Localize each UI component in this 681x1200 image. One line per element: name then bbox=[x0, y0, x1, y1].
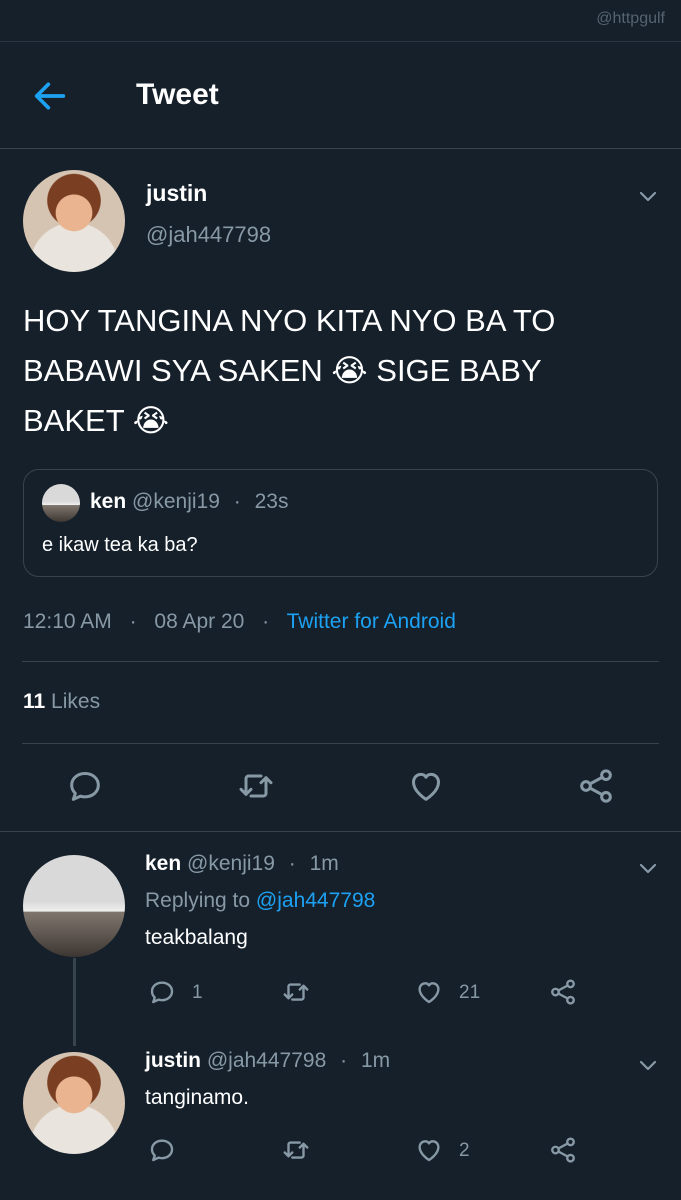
reply-author-name[interactable]: justin bbox=[145, 1049, 201, 1072]
retweet-icon bbox=[283, 1141, 309, 1159]
reply-button[interactable] bbox=[147, 977, 177, 1007]
reply-time: 1m bbox=[309, 852, 339, 875]
back-button[interactable] bbox=[30, 76, 70, 116]
quoted-header: ken @kenji19 · 23s bbox=[90, 490, 289, 513]
reply-author-name[interactable]: ken bbox=[145, 852, 181, 875]
retweet-icon bbox=[239, 774, 273, 798]
quoted-text: e ikaw tea ka ba? bbox=[42, 534, 198, 556]
reply-menu-button[interactable] bbox=[636, 856, 660, 880]
like-count: 21 bbox=[459, 982, 481, 1003]
actions-divider bbox=[0, 831, 681, 832]
like-button[interactable] bbox=[414, 977, 444, 1007]
crying-face-emoji: 😭 bbox=[331, 353, 368, 389]
reply-header: ken @kenji19 · 1m bbox=[145, 852, 339, 875]
tweet-text: HOY TANGINA NYO KITA NYO BA TO BABAWI SY… bbox=[23, 303, 556, 439]
arrow-left-icon bbox=[34, 82, 66, 110]
heart-icon bbox=[418, 982, 440, 1004]
retweet-button[interactable] bbox=[281, 1135, 311, 1165]
chevron-down-icon bbox=[639, 191, 657, 202]
reply-button[interactable] bbox=[65, 766, 105, 806]
comment-icon bbox=[150, 1139, 174, 1162]
reply-text: teakbalang bbox=[145, 926, 248, 949]
tweet-time: 12:10 AM bbox=[23, 610, 112, 633]
reply-count: 1 bbox=[192, 982, 203, 1003]
likes-divider bbox=[22, 743, 659, 744]
likes-link[interactable]: 11 Likes bbox=[23, 690, 100, 714]
reply-header: justin @jah447798 · 1m bbox=[145, 1049, 391, 1072]
share-icon bbox=[551, 979, 575, 1005]
chevron-down-icon bbox=[639, 1060, 657, 1071]
reply-text: tanginamo. bbox=[145, 1086, 249, 1109]
reply-button[interactable] bbox=[147, 1135, 177, 1165]
replying-to: Replying to @jah447798 bbox=[145, 889, 376, 912]
like-button[interactable] bbox=[406, 766, 446, 806]
tweet-meta: 12:10 AM · 08 Apr 20 · Twitter for Andro… bbox=[23, 610, 456, 633]
tweet-menu-button[interactable] bbox=[636, 184, 660, 208]
header: Tweet bbox=[0, 42, 681, 148]
meta-divider bbox=[22, 661, 659, 662]
author-name[interactable]: justin bbox=[146, 180, 207, 207]
replying-to-link[interactable]: @jah447798 bbox=[256, 889, 375, 912]
heart-icon bbox=[412, 772, 440, 801]
share-icon bbox=[580, 769, 612, 803]
crying-face-emoji: 😭 bbox=[132, 403, 169, 439]
share-button[interactable] bbox=[548, 977, 578, 1007]
reply-avatar[interactable] bbox=[23, 855, 125, 957]
retweet-button[interactable] bbox=[281, 977, 311, 1007]
tweet-date: 08 Apr 20 bbox=[154, 610, 245, 633]
tweet-source-link[interactable]: Twitter for Android bbox=[287, 610, 456, 633]
quoted-tweet[interactable]: ken @kenji19 · 23s e ikaw tea ka ba? bbox=[23, 469, 658, 577]
reply-time: 1m bbox=[360, 1049, 391, 1072]
share-button[interactable] bbox=[576, 766, 616, 806]
like-button[interactable] bbox=[414, 1135, 444, 1165]
share-icon bbox=[551, 1137, 575, 1163]
header-divider bbox=[0, 148, 681, 149]
thread-line bbox=[73, 958, 76, 1046]
quoted-avatar bbox=[42, 484, 80, 522]
share-button[interactable] bbox=[548, 1135, 578, 1165]
author-handle[interactable]: @jah447798 bbox=[146, 222, 271, 248]
retweet-button[interactable] bbox=[236, 766, 276, 806]
retweet-icon bbox=[283, 983, 309, 1001]
reply-menu-button[interactable] bbox=[636, 1053, 660, 1077]
reply-author-handle[interactable]: @jah447798 bbox=[207, 1049, 326, 1072]
like-count: 2 bbox=[459, 1140, 470, 1161]
chevron-down-icon bbox=[639, 863, 657, 874]
comment-icon bbox=[150, 981, 174, 1004]
likes-count: 11 bbox=[23, 690, 46, 713]
heart-icon bbox=[418, 1140, 440, 1162]
comment-icon bbox=[70, 772, 100, 801]
watermark: @httpgulf bbox=[596, 10, 665, 27]
page-title: Tweet bbox=[136, 78, 219, 111]
reply-avatar[interactable] bbox=[23, 1052, 125, 1154]
avatar[interactable] bbox=[23, 170, 125, 272]
reply-author-handle[interactable]: @kenji19 bbox=[187, 852, 275, 875]
likes-label: Likes bbox=[51, 690, 101, 713]
